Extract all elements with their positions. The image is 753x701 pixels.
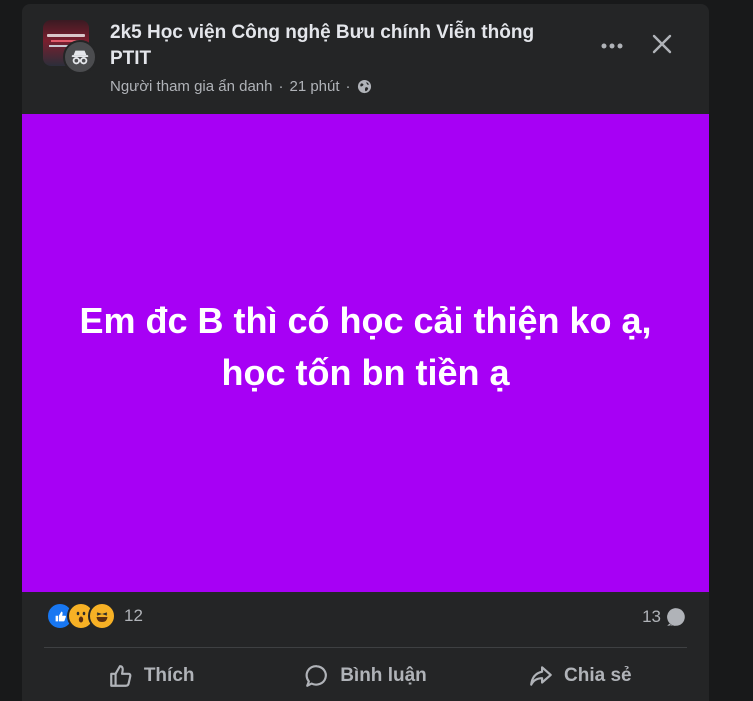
incognito-icon <box>71 50 89 65</box>
like-label: Thích <box>143 665 195 686</box>
close-button[interactable] <box>644 26 680 62</box>
group-name-link[interactable]: 2k5 Học viện Công nghệ Bưu chính Viễn th… <box>110 20 580 72</box>
share-button[interactable]: Chia sẻ <box>473 654 687 698</box>
post-header: 2k5 Học viện Công nghệ Bưu chính Viễn th… <box>22 4 709 114</box>
reaction-icons[interactable] <box>46 602 116 630</box>
share-label: Chia sẻ <box>564 665 632 686</box>
action-bar: Thích Bình luận Chia sẻ <box>22 654 709 698</box>
comment-count[interactable]: 13 <box>642 606 687 628</box>
reaction-bar: 12 13 <box>22 600 709 640</box>
post-meta: Người tham gia ẩn danh · 21 phút · <box>110 78 372 95</box>
globe-icon <box>357 79 371 94</box>
share-icon <box>530 666 552 686</box>
avatar-group[interactable] <box>43 20 99 76</box>
more-options-button[interactable] <box>594 28 630 64</box>
more-horizontal-icon <box>601 43 623 49</box>
post-time[interactable]: 21 phút <box>289 78 339 95</box>
post-text: Em đc B thì có học cải thiện ko ạ, học t… <box>79 300 652 393</box>
actions-divider <box>44 647 687 648</box>
haha-icon <box>88 602 116 630</box>
comment-icon <box>305 665 328 687</box>
meta-separator: · <box>278 78 284 95</box>
close-icon <box>652 34 672 54</box>
author-name[interactable]: Người tham gia ẩn danh <box>110 78 272 95</box>
post-card: 2k5 Học viện Công nghệ Bưu chính Viễn th… <box>22 4 709 701</box>
anonymous-avatar[interactable] <box>63 40 97 74</box>
meta-separator-2: · <box>345 78 351 95</box>
comment-bubble-icon <box>667 608 685 626</box>
comment-count-value: 13 <box>642 607 661 626</box>
comment-button[interactable]: Bình luận <box>258 654 472 698</box>
like-button[interactable]: Thích <box>44 654 258 698</box>
thumbs-up-icon <box>109 665 132 687</box>
reaction-count[interactable]: 12 <box>124 606 143 626</box>
comment-label: Bình luận <box>340 665 427 686</box>
post-content[interactable]: Em đc B thì có học cải thiện ko ạ, học t… <box>22 114 709 592</box>
